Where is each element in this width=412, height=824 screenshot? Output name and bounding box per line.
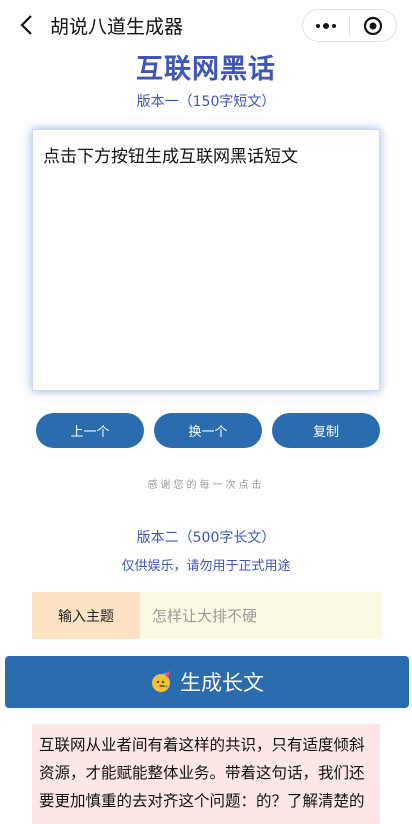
page-title: 胡说八道生成器 xyxy=(50,16,184,38)
thanks-text: 感谢您的每一次点击 xyxy=(147,480,265,491)
version-two-title: 版本二（500字长文） xyxy=(136,530,276,546)
copy-button[interactable]: 复制 xyxy=(272,413,380,448)
disclaimer-note: 仅供娱乐，请勿用于正式用途 xyxy=(121,559,291,574)
short-text-output[interactable]: 点击下方按钮生成互联网黑话短文 xyxy=(32,129,380,391)
next-button[interactable]: 换一个 xyxy=(154,413,262,448)
generate-button-label: 生成长文 xyxy=(180,671,264,695)
main-title: 互联网黑话 xyxy=(136,54,276,85)
long-article-text: 互联网从业者间有着这样的共识，只有适度倾斜资源，才能赋能整体业务。带着这句话，我… xyxy=(32,724,380,824)
previous-button[interactable]: 上一个 xyxy=(36,413,144,448)
topic-input-row: 输入主题 xyxy=(32,592,382,639)
navigation-bar: 胡说八道生成器 xyxy=(0,0,412,52)
more-dots-icon[interactable] xyxy=(303,22,349,29)
topic-label: 输入主题 xyxy=(32,592,140,639)
mini-program-capsule xyxy=(302,9,397,42)
action-button-row: 上一个 换一个 复制 xyxy=(36,413,380,448)
topic-input[interactable] xyxy=(140,592,382,639)
generate-long-text-button[interactable]: 生成长文 xyxy=(5,656,409,708)
target-close-icon[interactable] xyxy=(350,16,396,36)
party-face-icon xyxy=(152,671,170,692)
chevron-left-icon[interactable] xyxy=(18,13,36,37)
version-one-subtitle: 版本一（150字短文） xyxy=(136,94,276,110)
